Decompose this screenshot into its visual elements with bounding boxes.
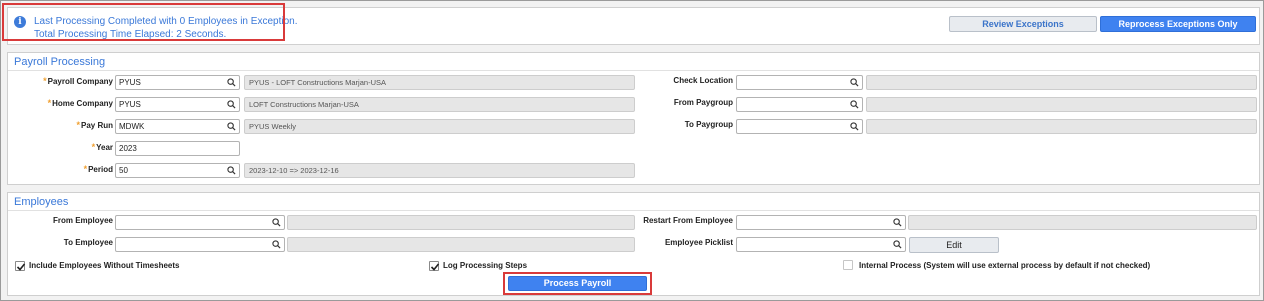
search-icon[interactable] (227, 100, 236, 109)
check-location-label: Check Location (673, 76, 733, 85)
internal-process-label: Internal Process (System will use extern… (859, 261, 1151, 270)
pay-run-label: *Pay Run (76, 120, 113, 130)
home-company-description: LOFT Constructions Marjan-USA (244, 97, 635, 112)
search-icon[interactable] (272, 218, 281, 227)
check-location-description (866, 75, 1257, 90)
from-employee-input[interactable] (115, 215, 285, 230)
from-paygroup-description (866, 97, 1257, 112)
status-highlight-box (2, 3, 285, 41)
panel-divider (8, 70, 1259, 71)
restart-from-employee-input[interactable] (736, 215, 906, 230)
home-company-input[interactable]: PYUS (115, 97, 240, 112)
process-highlight-box (503, 272, 652, 295)
search-icon[interactable] (272, 240, 281, 249)
payroll-company-input[interactable]: PYUS (115, 75, 240, 90)
year-label: *Year (91, 142, 113, 152)
review-exceptions-button[interactable]: Review Exceptions (949, 16, 1097, 32)
log-processing-steps-label: Log Processing Steps (443, 261, 528, 270)
pay-run-description: PYUS Weekly (244, 119, 635, 134)
search-icon[interactable] (227, 122, 236, 131)
search-icon[interactable] (227, 166, 236, 175)
panel-divider (8, 210, 1259, 211)
year-input[interactable]: 2023 (115, 141, 240, 156)
to-paygroup-input[interactable] (736, 119, 863, 134)
period-input[interactable]: 50 (115, 163, 240, 178)
log-processing-steps-checkbox[interactable] (429, 261, 440, 271)
restart-from-employee-description (908, 215, 1257, 230)
search-icon[interactable] (227, 78, 236, 87)
search-icon[interactable] (893, 240, 902, 249)
payroll-processing-panel: Payroll Processing *Payroll Company PYUS… (7, 52, 1260, 185)
checkmark-icon (430, 263, 440, 271)
payroll-company-description: PYUS - LOFT Constructions Marjan-USA (244, 75, 635, 90)
restart-from-employee-label: Restart From Employee (643, 216, 733, 225)
include-without-timesheets-checkbox[interactable] (15, 261, 26, 271)
payroll-company-label: *Payroll Company (43, 76, 113, 86)
edit-picklist-button[interactable]: Edit (909, 237, 999, 253)
search-icon[interactable] (850, 100, 859, 109)
include-without-timesheets-label: Include Employees Without Timesheets (29, 261, 180, 270)
payroll-window: i Last Processing Completed with 0 Emplo… (0, 0, 1264, 301)
to-paygroup-description (866, 119, 1257, 134)
panel-title-employees: Employees (14, 196, 69, 208)
search-icon[interactable] (850, 122, 859, 131)
search-icon[interactable] (893, 218, 902, 227)
from-employee-label: From Employee (52, 216, 113, 225)
search-icon[interactable] (850, 78, 859, 87)
reprocess-exceptions-button[interactable]: Reprocess Exceptions Only (1100, 16, 1256, 32)
to-employee-description (287, 237, 635, 252)
to-paygroup-label: To Paygroup (684, 120, 733, 129)
to-employee-input[interactable] (115, 237, 285, 252)
from-employee-description (287, 215, 635, 230)
from-paygroup-label: From Paygroup (673, 98, 733, 107)
pay-run-input[interactable]: MDWK (115, 119, 240, 134)
period-description: 2023-12-10 => 2023-12-16 (244, 163, 635, 178)
internal-process-checkbox[interactable] (843, 260, 853, 270)
period-label: *Period (83, 164, 113, 174)
to-employee-label: To Employee (63, 238, 113, 247)
from-paygroup-input[interactable] (736, 97, 863, 112)
home-company-label: *Home Company (47, 98, 113, 108)
check-location-input[interactable] (736, 75, 863, 90)
checkmark-icon (16, 263, 26, 271)
panel-title-payroll: Payroll Processing (14, 56, 106, 68)
employee-picklist-label: Employee Picklist (664, 238, 733, 247)
employee-picklist-input[interactable] (736, 237, 906, 252)
